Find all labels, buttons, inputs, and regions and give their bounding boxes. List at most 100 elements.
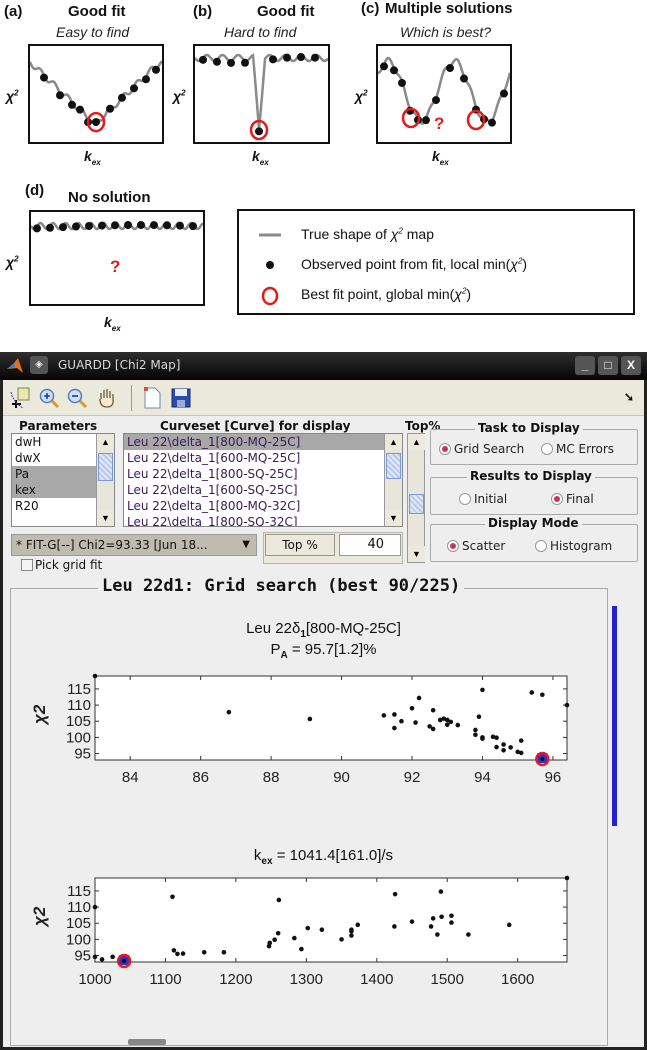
y-tick-label: 115 [67,681,91,698]
data-point [381,713,387,718]
top-percent-slider[interactable]: ▲ ▼ [407,433,425,563]
guardd-window: ◈ GUARDD [Chi2 Map] _ □ X ➘ Parameters d… [0,352,647,1050]
parameters-scrollbar[interactable]: ▲ ▼ [96,434,114,526]
list-item[interactable]: Leu 22\delta_1[600-MQ-25C] [124,450,402,466]
panel-letter: (c) [361,0,380,17]
matlab-logo-icon [7,358,23,373]
data-point [349,927,354,932]
dock-icon[interactable]: ➘ [624,390,634,404]
y-tick-label: 105 [66,713,91,730]
legend-item-observed: Observed point from fit, local min(χ2) [239,253,633,277]
scroll-thumb[interactable] [386,453,401,479]
local-min-point [446,64,454,73]
maximize-button[interactable]: □ [598,356,618,375]
data-point [409,919,415,924]
data-point [339,937,344,942]
radio-mc-errors[interactable]: MC Errors [541,442,614,456]
local-min-point [213,57,221,66]
data-point [476,714,482,720]
data-point [171,948,177,953]
curveset-scrollbar[interactable]: ▲ ▼ [384,434,402,526]
local-min-point [398,78,406,87]
data-point [92,673,98,679]
list-item[interactable]: Leu 22\delta_1[600-SQ-25C] [124,482,402,498]
curveset-label: Curveset [Curve] for display [160,419,351,433]
zoom-in-icon[interactable] [37,386,61,410]
data-point [430,916,436,921]
scroll-thumb[interactable] [98,453,113,481]
pick-grid-fit-checkbox[interactable]: Pick grid fit [21,558,102,572]
list-item[interactable]: Leu 22\delta_1[800-MQ-32C] [124,498,402,514]
x-tick-label: 84 [122,769,139,786]
data-point [267,940,273,946]
best-fit-point [540,757,545,762]
scroll-up-arrow-icon[interactable]: ▲ [385,434,402,450]
plot-area [94,877,568,963]
local-min-point [199,55,207,64]
radio-final[interactable]: Final [551,492,594,506]
local-min-point [380,62,388,71]
radio-histogram[interactable]: Histogram [535,539,612,553]
y-tick-label: 95 [74,948,91,965]
y-axis-label: χ2 [30,704,49,726]
kex-scatter-plot: 1000 1100 1200 1300 1400 1500 1600 951001051101… [30,875,570,988]
radio-scatter[interactable]: Scatter [447,539,505,553]
scroll-down-arrow-icon[interactable]: ▼ [97,510,114,526]
x-tick-label: 90 [333,769,350,786]
title-bar[interactable]: ◈ GUARDD [Chi2 Map] _ □ X [0,352,647,380]
chi2-axis-label: χ2 [355,88,368,104]
radio-grid-search[interactable]: Grid Search [439,442,524,456]
data-point [473,727,478,733]
local-min-point [137,221,145,230]
parameters-listbox[interactable]: dwH dwX Pa kex R20 ▲ ▼ [11,433,115,527]
x-tick-label: 94 [474,769,491,786]
pan-hand-icon[interactable] [95,386,119,410]
slider-up-arrow-icon[interactable]: ▲ [408,434,425,450]
data-point [392,924,397,929]
panel-subtitle: Hard to find [224,24,297,40]
data-point [201,950,207,955]
data-point [413,720,418,725]
y-axis-label: χ2 [30,906,49,928]
local-min-point [40,73,48,82]
data-cursor-icon[interactable] [9,386,33,410]
local-min-point [76,105,84,114]
data-point [473,732,478,738]
data-point [449,913,454,919]
radio-selected-icon [447,540,459,552]
fit-dropdown[interactable]: * FIT-G[--] Chi2=93.33 [Jun 18... ▼ [11,534,257,556]
slider-thumb[interactable] [409,494,424,514]
data-point [110,954,115,960]
data-point [508,745,513,750]
data-point [170,894,175,900]
local-min-point [33,224,41,233]
local-min-point [118,93,126,102]
data-point [307,716,313,722]
scroll-down-arrow-icon[interactable]: ▼ [385,510,402,526]
data-point [529,690,535,695]
scroll-up-arrow-icon[interactable]: ▲ [97,434,114,450]
curveset-listbox[interactable]: Leu 22\delta_1[800-MQ-25C] Leu 22\delta_1… [123,433,403,527]
top-percent-button[interactable]: Top % [265,534,335,556]
top-percent-input[interactable]: 40 [339,534,401,556]
list-item[interactable]: Leu 22\delta_1[800-MQ-25C] [124,434,402,450]
local-min-point [124,221,132,230]
data-point [480,736,485,741]
close-button[interactable]: X [621,356,641,375]
data-point [392,725,397,731]
local-min-point [283,53,291,62]
new-figure-icon[interactable] [140,386,164,410]
data-point [175,951,180,957]
slider-down-arrow-icon[interactable]: ▼ [408,546,425,562]
zoom-out-icon[interactable] [65,386,89,410]
list-item[interactable]: Leu 22\delta_1[800-SQ-32C] [124,514,402,526]
local-min-point [130,84,138,93]
list-item[interactable]: Leu 22\delta_1[800-SQ-25C] [124,466,402,482]
panel-subtitle: Easy to find [56,24,130,40]
radio-initial[interactable]: Initial [459,492,507,506]
panel-letter: (d) [25,182,45,199]
save-icon[interactable] [169,386,193,410]
horizontal-scrollbar[interactable] [128,1039,166,1045]
minimize-button[interactable]: _ [575,356,595,375]
window-menu-button[interactable]: ◈ [30,356,48,374]
